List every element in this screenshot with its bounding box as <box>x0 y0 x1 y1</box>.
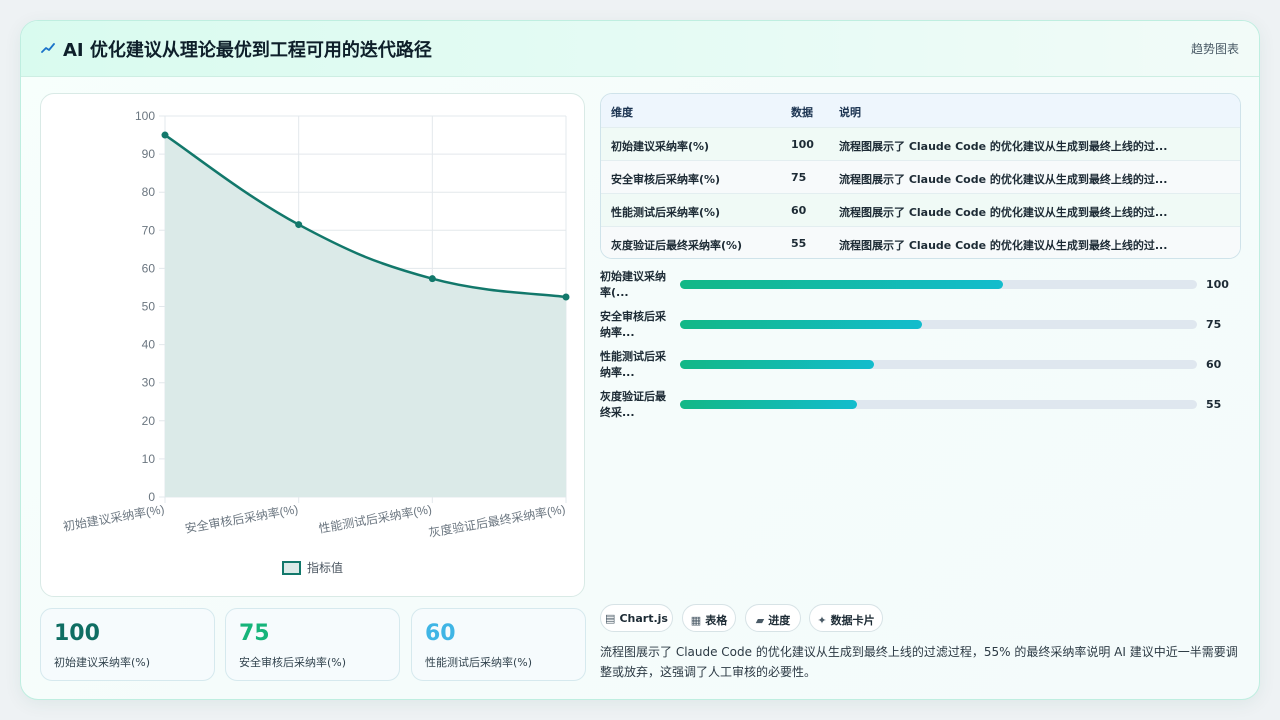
column-header: 维度 <box>611 106 633 119</box>
progress-track <box>680 400 1197 409</box>
sparkle-icon: ✦ <box>817 614 827 627</box>
summary-text: 流程图展示了 Claude Code 的优化建议从生成到最终上线的过滤过程，55… <box>600 645 1238 679</box>
y-tick-label: 20 <box>142 414 156 428</box>
progress-value: 100 <box>1206 278 1229 291</box>
y-tick-label: 60 <box>142 261 156 275</box>
x-tick-label: 性能测试后采纳率(%) <box>317 501 433 536</box>
x-tick-label: 初始建议采纳率(%) <box>62 501 166 534</box>
table-cell-dimension: 安全审核后采纳率(%) <box>611 173 721 186</box>
progress-label: 初始建议采纳率(... <box>600 270 666 299</box>
dashboard-card: AI 优化建议从理论最优到工程可用的迭代路径 趋势图表 0 10 20 30 40 50 6… <box>20 20 1260 700</box>
chip-label: 数据卡片 <box>830 614 875 627</box>
y-tick-label: 90 <box>142 147 156 161</box>
stat-value: 100 <box>54 621 100 646</box>
table-row: 性能测试后采纳率(%) 60 流程图展示了 Claude Code 的优化建议从… <box>601 193 1240 226</box>
data-point <box>295 221 303 229</box>
area-fill <box>165 135 566 498</box>
data-point <box>562 293 570 301</box>
chip-label: 表格 <box>705 614 728 627</box>
table-cell-value: 75 <box>791 171 807 184</box>
table-cell-dimension: 性能测试后采纳率(%) <box>611 206 721 219</box>
data-point <box>161 131 169 139</box>
table-cell-note: 流程图展示了 Claude Code 的优化建议从生成到最终上线的过... <box>839 173 1168 186</box>
line-chart-panel: 0 10 20 30 40 50 60 70 80 90 100 初始建议采纳率(%) 安全审核后采纳率… <box>40 93 585 597</box>
progress-label: 性能测试后采纳率... <box>600 350 666 379</box>
card-header: AI 优化建议从理论最优到工程可用的迭代路径 趋势图表 <box>21 21 1259 77</box>
progress-list: 初始建议采纳率(... 100 安全审核后采纳率... 75 性能测试后采纳率.… <box>600 269 1241 429</box>
column-header: 数据 <box>791 106 813 119</box>
stat-label: 安全审核后采纳率(%) <box>239 656 347 669</box>
progress-track <box>680 320 1197 329</box>
progress-track <box>680 360 1197 369</box>
progress-value: 60 <box>1206 358 1222 371</box>
chart-icon: ▤ <box>605 612 616 625</box>
table-cell-note: 流程图展示了 Claude Code 的优化建议从生成到最终上线的过... <box>839 239 1168 252</box>
page-title: AI 优化建议从理论最优到工程可用的迭代路径 <box>63 40 432 61</box>
stat-value: 60 <box>425 621 456 646</box>
progress-row: 性能测试后采纳率... 60 <box>600 349 1241 389</box>
table-cell-note: 流程图展示了 Claude Code 的优化建议从生成到最终上线的过... <box>839 206 1168 219</box>
y-tick-label: 80 <box>142 185 156 199</box>
progress-fill <box>680 320 922 329</box>
stat-card: 60 性能测试后采纳率(%) <box>411 608 586 681</box>
y-tick-label: 100 <box>135 109 155 123</box>
table-cell-value: 100 <box>791 138 814 151</box>
progress-label: 安全审核后采纳率... <box>600 310 666 339</box>
chip-progress[interactable]: ▰ 进度 <box>745 604 801 632</box>
table-row: 安全审核后采纳率(%) 75 流程图展示了 Claude Code 的优化建议从… <box>601 160 1240 193</box>
y-tick-label: 0 <box>148 490 155 504</box>
stat-label: 性能测试后采纳率(%) <box>425 656 533 669</box>
chip-chartjs[interactable]: ▤ Chart.js <box>600 604 673 632</box>
x-tick-label: 安全审核后采纳率(%) <box>184 501 300 536</box>
legend-label: 指标值 <box>307 560 343 575</box>
table-icon: ▦ <box>690 614 702 627</box>
trend-icon <box>41 43 55 53</box>
table-cell-note: 流程图展示了 Claude Code 的优化建议从生成到最终上线的过... <box>839 140 1168 153</box>
data-table: 维度 数据 说明 初始建议采纳率(%) 100 流程图展示了 Claude Co… <box>600 93 1241 259</box>
y-tick-label: 10 <box>142 452 156 466</box>
chip-label: Chart.js <box>619 612 668 625</box>
area-chart: 0 10 20 30 40 50 60 70 80 90 100 初始建议采纳率(%) 安全审核后采纳率… <box>62 109 570 575</box>
chip-table[interactable]: ▦ 表格 <box>682 604 736 632</box>
progress-fill <box>680 400 858 409</box>
progress-value: 75 <box>1206 318 1222 331</box>
column-header: 说明 <box>839 106 861 119</box>
legend-swatch <box>282 561 301 575</box>
progress-track <box>680 280 1197 289</box>
table-cell-dimension: 初始建议采纳率(%) <box>611 140 710 153</box>
progress-fill <box>680 360 874 369</box>
stat-card: 100 初始建议采纳率(%) <box>40 608 215 681</box>
table-cell-dimension: 灰度验证后最终采纳率(%) <box>611 239 743 252</box>
progress-row: 安全审核后采纳率... 75 <box>600 309 1241 349</box>
progress-value: 55 <box>1206 398 1222 411</box>
progress-icon: ▰ <box>755 614 765 627</box>
chip-label: 进度 <box>768 614 791 627</box>
data-point <box>428 275 436 283</box>
table-row: 初始建议采纳率(%) 100 流程图展示了 Claude Code 的优化建议从… <box>601 127 1240 160</box>
progress-label: 灰度验证后最终采... <box>600 390 666 419</box>
table-cell-value: 60 <box>791 204 807 217</box>
table-cell-value: 55 <box>791 237 807 250</box>
stat-label: 初始建议采纳率(%) <box>54 656 151 669</box>
y-tick-label: 30 <box>142 376 156 390</box>
table-header-row: 维度 数据 说明 <box>601 94 1240 127</box>
stat-card: 75 安全审核后采纳率(%) <box>225 608 400 681</box>
progress-row: 初始建议采纳率(... 100 <box>600 269 1241 309</box>
chart-type-tag: 趋势图表 <box>1190 42 1239 56</box>
chip-data-card[interactable]: ✦ 数据卡片 <box>809 604 883 632</box>
progress-row: 灰度验证后最终采... 55 <box>600 389 1241 429</box>
y-tick-label: 50 <box>142 300 156 314</box>
x-tick-label: 灰度验证后最终采纳率(%) <box>427 501 566 540</box>
stat-value: 75 <box>239 621 270 646</box>
progress-fill <box>680 280 1004 289</box>
y-tick-label: 70 <box>142 223 156 237</box>
y-tick-label: 40 <box>142 338 156 352</box>
table-row: 灰度验证后最终采纳率(%) 55 流程图展示了 Claude Code 的优化建… <box>601 226 1240 258</box>
